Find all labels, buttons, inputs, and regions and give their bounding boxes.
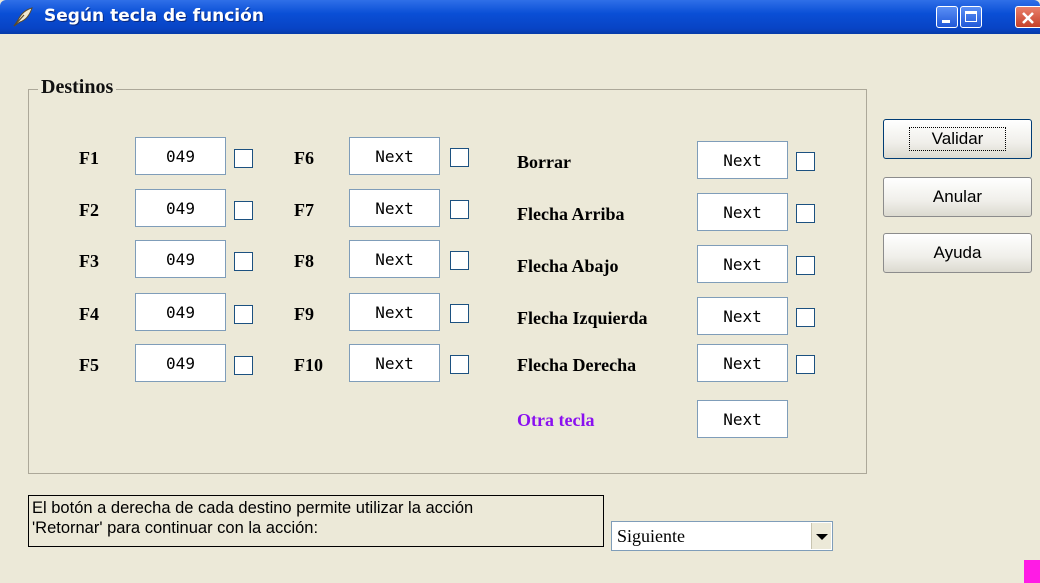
f4-label: F4	[79, 304, 99, 324]
f9-field[interactable]: Next	[349, 293, 440, 331]
flecha-izquierda-field[interactable]: Next	[697, 297, 788, 335]
otra-tecla-label: Otra tecla	[517, 410, 595, 430]
otra-tecla-field[interactable]: Next	[697, 400, 788, 438]
f5-retornar-checkbox[interactable]	[234, 356, 253, 375]
corner-marker	[1024, 560, 1040, 583]
ayuda-button-label: Ayuda	[933, 243, 982, 262]
f4-retornar-checkbox[interactable]	[234, 305, 253, 324]
validar-button[interactable]: Validar	[883, 119, 1032, 159]
f1-label: F1	[79, 148, 99, 168]
accion-select-value: Siguiente	[617, 526, 685, 546]
f1-field[interactable]: 049	[135, 137, 226, 175]
ayuda-button[interactable]: Ayuda	[883, 233, 1032, 273]
destinos-legend: Destinos	[38, 76, 117, 99]
f3-label: F3	[79, 251, 99, 271]
flecha-abajo-field[interactable]: Next	[697, 245, 788, 283]
flecha-arriba-retornar-checkbox[interactable]	[796, 204, 815, 223]
f2-label: F2	[79, 200, 99, 220]
f8-field[interactable]: Next	[349, 240, 440, 278]
f6-field[interactable]: Next	[349, 137, 440, 175]
flecha-arriba-label: Flecha Arriba	[517, 204, 625, 224]
f8-label: F8	[294, 251, 314, 271]
window-title: Según tecla de función	[44, 6, 264, 26]
info-box: El botón a derecha de cada destino permi…	[28, 495, 604, 547]
maximize-button[interactable]	[960, 6, 982, 28]
f2-retornar-checkbox[interactable]	[234, 201, 253, 220]
f3-retornar-checkbox[interactable]	[234, 252, 253, 271]
f6-retornar-checkbox[interactable]	[450, 148, 469, 167]
validar-button-label: Validar	[908, 127, 1007, 151]
f4-field[interactable]: 049	[135, 293, 226, 331]
f9-label: F9	[294, 304, 314, 324]
flecha-derecha-retornar-checkbox[interactable]	[796, 355, 815, 374]
borrar-retornar-checkbox[interactable]	[796, 152, 815, 171]
f7-label: F7	[294, 200, 314, 220]
accion-select[interactable]: Siguiente	[611, 521, 833, 551]
f2-field[interactable]: 049	[135, 189, 226, 227]
f10-retornar-checkbox[interactable]	[450, 355, 469, 374]
close-icon	[1022, 12, 1034, 24]
feather-pen-icon	[13, 7, 33, 27]
close-button[interactable]	[1015, 6, 1040, 28]
borrar-field[interactable]: Next	[697, 141, 788, 179]
f6-label: F6	[294, 148, 314, 168]
f10-field[interactable]: Next	[349, 344, 440, 382]
chevron-down-icon[interactable]	[811, 523, 831, 549]
f1-retornar-checkbox[interactable]	[234, 149, 253, 168]
minimize-button[interactable]	[936, 6, 958, 28]
f5-label: F5	[79, 355, 99, 375]
f5-field[interactable]: 049	[135, 344, 226, 382]
flecha-derecha-field[interactable]: Next	[697, 344, 788, 382]
flecha-derecha-label: Flecha Derecha	[517, 355, 637, 375]
info-line-2: 'Retornar' para continuar con la acción:	[32, 519, 319, 537]
info-line-1: El botón a derecha de cada destino permi…	[32, 499, 474, 517]
f3-field[interactable]: 049	[135, 240, 226, 278]
f9-retornar-checkbox[interactable]	[450, 304, 469, 323]
f7-retornar-checkbox[interactable]	[450, 200, 469, 219]
anular-button[interactable]: Anular	[883, 177, 1032, 217]
f7-field[interactable]: Next	[349, 189, 440, 227]
flecha-izquierda-label: Flecha Izquierda	[517, 308, 648, 328]
flecha-abajo-label: Flecha Abajo	[517, 256, 619, 276]
flecha-abajo-retornar-checkbox[interactable]	[796, 256, 815, 275]
f10-label: F10	[294, 355, 323, 375]
title-bar: Según tecla de función	[0, 0, 1040, 34]
borrar-label: Borrar	[517, 152, 571, 172]
flecha-arriba-field[interactable]: Next	[697, 193, 788, 231]
flecha-izquierda-retornar-checkbox[interactable]	[796, 308, 815, 327]
anular-button-label: Anular	[932, 187, 983, 206]
f8-retornar-checkbox[interactable]	[450, 251, 469, 270]
